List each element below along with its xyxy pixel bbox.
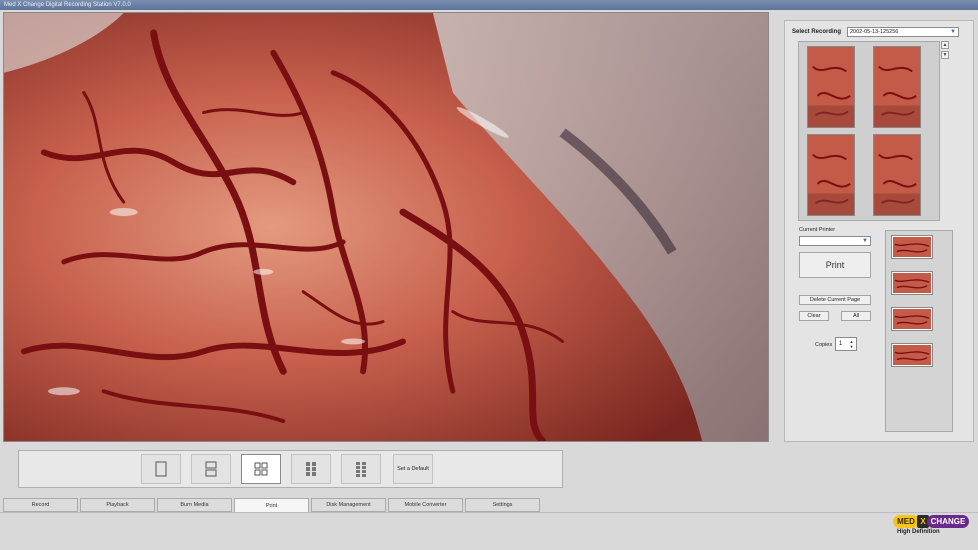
- tab-disk-management[interactable]: Disk Management: [311, 498, 386, 512]
- print-page-thumbnail[interactable]: [891, 343, 933, 367]
- print-panel: Select Recording 2002-05-13-125256 ▼ ▲ ▼…: [784, 20, 974, 442]
- recording-thumbnail[interactable]: [807, 134, 855, 216]
- tab-settings[interactable]: Settings: [465, 498, 540, 512]
- print-button[interactable]: Print: [799, 252, 871, 278]
- four-up-layout-icon: [254, 462, 268, 476]
- six-up-layout-icon: [306, 462, 316, 476]
- chevron-down-icon[interactable]: ▼: [860, 237, 870, 245]
- tab-mobile-converter[interactable]: Mobile Converter: [388, 498, 463, 512]
- scroll-down-button[interactable]: ▼: [941, 51, 949, 59]
- clear-button[interactable]: Clear: [799, 311, 829, 321]
- copies-label: Copies: [815, 342, 833, 348]
- tab-burn-media[interactable]: Burn Media: [157, 498, 232, 512]
- tab-print[interactable]: Print: [234, 498, 309, 512]
- copies-stepper[interactable]: 1 ▲ ▼: [835, 337, 857, 351]
- six-up-layout-button[interactable]: [291, 454, 331, 484]
- recording-thumbnail[interactable]: [807, 46, 855, 128]
- two-up-layout-button[interactable]: [191, 454, 231, 484]
- print-page-thumbnail[interactable]: [891, 271, 933, 295]
- print-page-thumbnail[interactable]: [891, 235, 933, 259]
- single-layout-icon: [155, 461, 167, 477]
- two-up-layout-icon: [205, 461, 217, 477]
- recording-select-value: 2002-05-13-125256: [850, 29, 899, 35]
- window-title: Med X Change Digital Recording Station V…: [4, 2, 131, 8]
- printer-select[interactable]: ▼: [799, 236, 871, 246]
- print-pages-list: [885, 230, 953, 432]
- eight-up-layout-icon: [356, 462, 366, 477]
- print-page-thumbnail[interactable]: [891, 307, 933, 331]
- four-up-layout-button[interactable]: [241, 454, 281, 484]
- tab-playback[interactable]: Playback: [80, 498, 155, 512]
- surgical-image: [4, 13, 768, 441]
- medxchange-logo: MED X CHANGE High Definition: [893, 515, 969, 539]
- single-layout-button[interactable]: [141, 454, 181, 484]
- logo-subtitle: High Definition: [897, 529, 940, 535]
- tab-record[interactable]: Record: [3, 498, 78, 512]
- delete-current-page-button[interactable]: Delete Current Page: [799, 295, 871, 305]
- scroll-up-button[interactable]: ▲: [941, 41, 949, 49]
- all-button[interactable]: All: [841, 311, 871, 321]
- chevron-down-icon[interactable]: ▼: [848, 344, 855, 349]
- recording-thumbnail-grid: [798, 41, 940, 221]
- logo-part-change: CHANGE: [927, 515, 969, 528]
- logo-part-med: MED: [893, 515, 919, 528]
- title-bar: Med X Change Digital Recording Station V…: [0, 0, 978, 10]
- recording-thumbnail[interactable]: [873, 134, 921, 216]
- chevron-down-icon[interactable]: ▼: [948, 28, 958, 36]
- recording-thumbnail[interactable]: [873, 46, 921, 128]
- copies-value: 1: [839, 341, 843, 347]
- recording-select[interactable]: 2002-05-13-125256 ▼: [847, 27, 959, 37]
- main-video-viewer[interactable]: [3, 12, 769, 442]
- set-default-button[interactable]: Set a Default: [393, 454, 433, 484]
- layout-toolbar: Set a Default: [18, 450, 563, 488]
- status-bar: [0, 512, 978, 550]
- main-tab-bar: Record Playback Burn Media Print Disk Ma…: [3, 498, 543, 512]
- eight-up-layout-button[interactable]: [341, 454, 381, 484]
- select-recording-label: Select Recording: [792, 29, 842, 35]
- current-printer-label: Current Printer: [799, 227, 836, 233]
